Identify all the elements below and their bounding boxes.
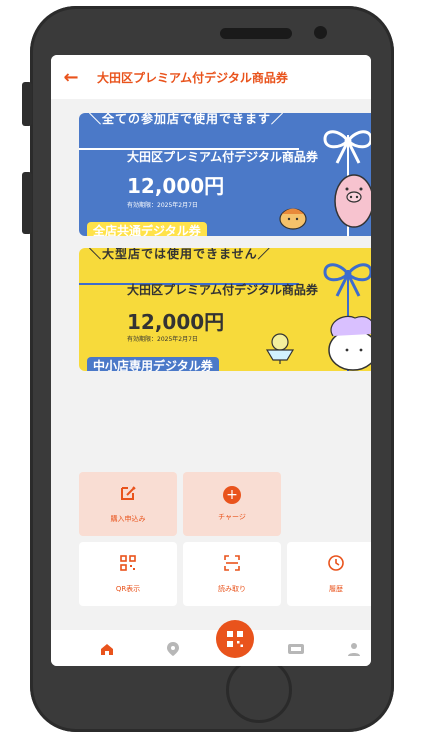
card-name: 大田区プレミアム付デジタル商品券 [127,283,318,297]
charge-label: チャージ [218,513,246,521]
card-amount: 12,000円 [127,174,225,198]
scan-button[interactable]: 読み取り [183,542,281,606]
page-title: 大田区プレミアム付デジタル商品券 [97,70,288,85]
mascot-pig-icon [334,174,371,228]
bottom-navigation [51,630,371,666]
card-expiry: 有効期限：2025年2月7日 [127,336,198,343]
side-button-volume-down [22,172,32,234]
history-label: 履歴 [329,585,343,593]
scan-label: 読み取り [218,585,246,593]
arrow-left-icon[interactable]: ← [51,55,91,99]
card-banner: ＼大型店では使用できません／ [89,248,271,261]
edit-icon [119,484,137,506]
purchase-application-button[interactable]: 購入申込み [79,472,177,536]
charge-button[interactable]: + チャージ [183,472,281,536]
qr-code-icon[interactable] [216,620,254,658]
app-screen: ← 大田区プレミアム付デジタル商品券 ＼全ての参加店で使用できます／ 大田区プレ… [51,55,371,666]
home-icon[interactable] [98,640,116,658]
mascot-bun-icon [279,208,307,230]
speaker [220,28,292,39]
mascot-dessert-icon [265,333,295,364]
user-icon[interactable] [345,640,363,658]
bow-icon [323,263,371,297]
qr-display-button[interactable]: QR表示 [79,542,177,606]
phone-home-button[interactable] [226,657,292,723]
voucher-card-all-stores[interactable]: ＼全ての参加店で使用できます／ 大田区プレミアム付デジタル商品券 12,000円… [79,113,371,236]
history-icon [327,554,345,576]
card-amount: 12,000円 [127,310,225,334]
purchase-application-label: 購入申込み [110,515,146,523]
header: ← 大田区プレミアム付デジタル商品券 [51,55,371,99]
voucher-card-small-stores[interactable]: ＼大型店では使用できません／ 大田区プレミアム付デジタル商品券 12,000円 … [79,248,371,371]
card-tag: 全店共通デジタル券 [87,222,207,236]
bow-icon [323,130,371,164]
card-expiry: 有効期限：2025年2月7日 [127,202,198,209]
card-tag: 中小店専用デジタル券 [87,357,219,371]
map-pin-icon[interactable] [164,640,182,658]
ticket-icon[interactable] [287,640,305,658]
mascot-unicorn-icon [328,315,371,371]
scan-icon [223,554,241,576]
card-name: 大田区プレミアム付デジタル商品券 [127,150,318,164]
side-button-volume-up [22,82,32,126]
qr-code-icon [119,554,137,576]
camera [314,26,327,39]
history-button[interactable]: 履歴 [287,542,371,606]
qr-display-label: QR表示 [115,585,141,593]
card-banner: ＼全ての参加店で使用できます／ [89,113,285,126]
plus-circle-icon: + [223,486,241,504]
